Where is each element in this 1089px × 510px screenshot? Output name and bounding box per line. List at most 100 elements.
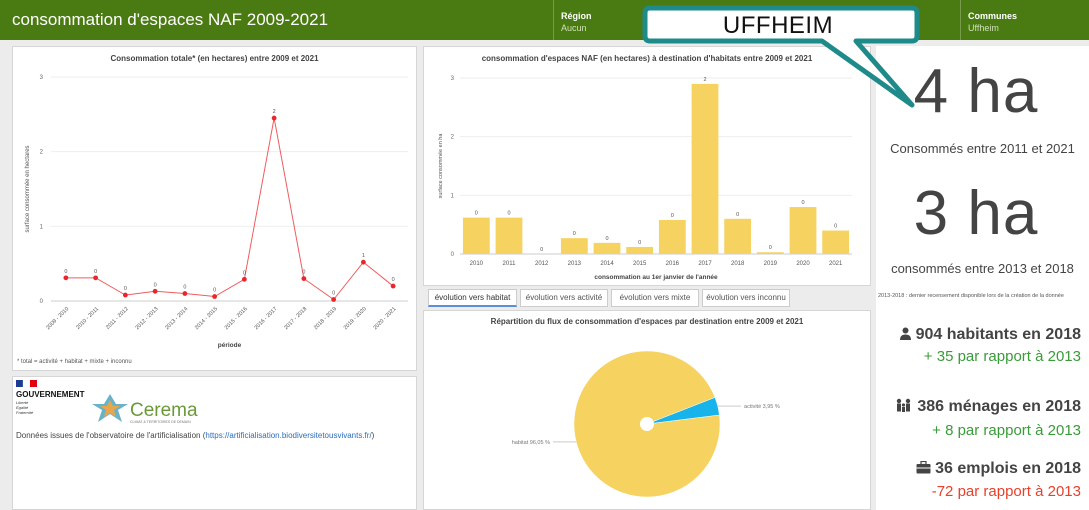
- region-filter[interactable]: Région Aucun: [561, 10, 592, 34]
- x-tick-label: 2015 - 2016: [224, 306, 249, 331]
- x-tick-label: 2012 - 2013: [135, 306, 160, 331]
- x-tick-label: 2020: [796, 261, 810, 267]
- data-point: [390, 283, 396, 289]
- x-tick-label: 2016: [666, 261, 680, 267]
- x-tick-label: 2018: [731, 261, 745, 267]
- data-label: 0: [183, 285, 186, 291]
- x-tick-label: 2012: [535, 261, 549, 267]
- y-axis-label: surface consommée en ha: [438, 133, 444, 199]
- data-label: 0: [392, 277, 395, 283]
- x-tick-label: 2014 - 2015: [194, 306, 219, 331]
- series-line: [65, 117, 394, 301]
- bar: [691, 83, 719, 254]
- data-point: [63, 275, 69, 281]
- gouv-logo-text: GOUVERNEMENT: [16, 390, 85, 399]
- data-label: 0: [801, 200, 804, 206]
- data-label: 0: [64, 269, 67, 275]
- pie-hole: [640, 417, 654, 431]
- data-label: 0: [638, 240, 641, 246]
- recent-consumption-value: 3 ha: [913, 179, 1039, 248]
- data-label: 0: [540, 247, 543, 253]
- x-tick-label: 2010 - 2011: [75, 306, 100, 331]
- data-point: [182, 291, 188, 296]
- bar: [789, 207, 817, 254]
- data-point: [152, 288, 158, 294]
- briefcase-icon: [916, 460, 931, 479]
- x-tick-label: 2015: [633, 261, 647, 267]
- y-tick-label: 1: [451, 193, 455, 199]
- data-label: 0: [124, 286, 127, 292]
- data-label: 2: [273, 109, 276, 115]
- header-bar: consommation d'espaces NAF 2009-2021 Rég…: [0, 0, 1089, 40]
- divider: [553, 0, 554, 40]
- data-point: [212, 294, 218, 299]
- data-label: 0: [243, 270, 246, 276]
- data-point: [331, 297, 337, 302]
- communes-filter-value: Uffheim: [968, 23, 999, 33]
- family-icon: [895, 398, 913, 417]
- y-axis-label: surface consommée en hectares: [25, 145, 31, 232]
- households-delta: + 8 par rapport à 2013: [932, 422, 1081, 439]
- x-tick-label: 2019: [764, 261, 778, 267]
- population-stat: 904 habitants en 2018: [876, 326, 1081, 345]
- x-tick-label: 2009 - 2010: [45, 306, 70, 331]
- x-axis-label: consommation au 1er janvier de l'année: [594, 274, 718, 281]
- data-label: 0: [671, 213, 674, 219]
- data-label: 0: [475, 211, 478, 217]
- y-tick-label: 1: [40, 224, 44, 230]
- x-axis-label: période: [218, 342, 242, 349]
- y-tick-label: 0: [451, 252, 455, 258]
- communes-filter-label: Communes: [968, 11, 1018, 21]
- x-tick-label: 2017 - 2018: [283, 306, 308, 331]
- data-point: [241, 276, 247, 282]
- data-label: 0: [154, 282, 157, 288]
- svg-text:CLIMAT & TERRITOIRES DE DEMAIN: CLIMAT & TERRITOIRES DE DEMAIN: [130, 420, 191, 424]
- census-note: 2013-2018 : dernier recensement disponib…: [878, 293, 1064, 299]
- total-consumption-caption: Consommés entre 2011 et 2021: [890, 141, 1075, 156]
- bar-chart: 0123surface consommée en ha0201002011020…: [438, 76, 852, 281]
- communes-filter[interactable]: Communes Uffheim: [968, 10, 1017, 34]
- x-tick-label: 2021: [829, 261, 843, 267]
- tab-inconnu[interactable]: évolution vers inconnu: [702, 289, 790, 307]
- cerema-logo-text: Cerema: [130, 400, 198, 421]
- french-flag-icon: [16, 379, 37, 388]
- svg-text:Fraternité: Fraternité: [16, 410, 34, 415]
- cerema-star-icon: [92, 394, 128, 422]
- households-stat: 386 ménages en 2018: [876, 398, 1081, 417]
- data-point: [360, 259, 366, 265]
- data-label: 1: [362, 253, 365, 259]
- pie-label: activité 3,95 %: [744, 404, 780, 410]
- data-label: 0: [507, 211, 510, 217]
- distribution-panel: Répartition du flux de consommation d'es…: [423, 310, 871, 510]
- data-label: 0: [769, 245, 772, 251]
- data-label: 0: [94, 269, 97, 275]
- app-title: consommation d'espaces NAF 2009-2021: [12, 10, 329, 29]
- region-filter-label: Région: [561, 11, 592, 21]
- line-chart: 0123surface consommée en hectares02009 -…: [25, 75, 408, 349]
- bar: [495, 217, 523, 254]
- tab-habitat[interactable]: évolution vers habitat: [428, 289, 517, 307]
- data-label: 0: [736, 212, 739, 218]
- data-label: 0: [573, 231, 576, 237]
- habitat-consumption-panel: consommation d'espaces NAF (en hectares)…: [423, 46, 871, 286]
- x-tick-label: 2010: [470, 261, 484, 267]
- bar: [462, 217, 490, 254]
- line-chart-footnote: * total = activité + habitat + mixte + i…: [17, 359, 132, 365]
- y-tick-label: 0: [40, 299, 44, 305]
- x-tick-label: 2011: [503, 261, 517, 267]
- tab-mixte[interactable]: évolution vers mixte: [611, 289, 699, 307]
- bar: [724, 218, 752, 254]
- data-point: [122, 292, 128, 298]
- source-link[interactable]: https://artificialisation.biodiversiteto…: [205, 431, 371, 440]
- total-consumption-value: 4 ha: [913, 57, 1039, 126]
- total-consumption-panel: Consommation totale* (en hectares) entre…: [12, 46, 417, 371]
- tab-activite[interactable]: évolution vers activité: [520, 289, 608, 307]
- recent-consumption-caption: consommés entre 2013 et 2018: [891, 261, 1074, 276]
- data-label: 2: [703, 77, 706, 83]
- x-tick-label: 2013 - 2014: [164, 306, 189, 331]
- bar: [593, 242, 621, 254]
- x-tick-label: 2016 - 2017: [254, 306, 279, 331]
- data-point: [301, 276, 307, 281]
- bar: [626, 246, 654, 254]
- x-tick-label: 2014: [600, 261, 614, 267]
